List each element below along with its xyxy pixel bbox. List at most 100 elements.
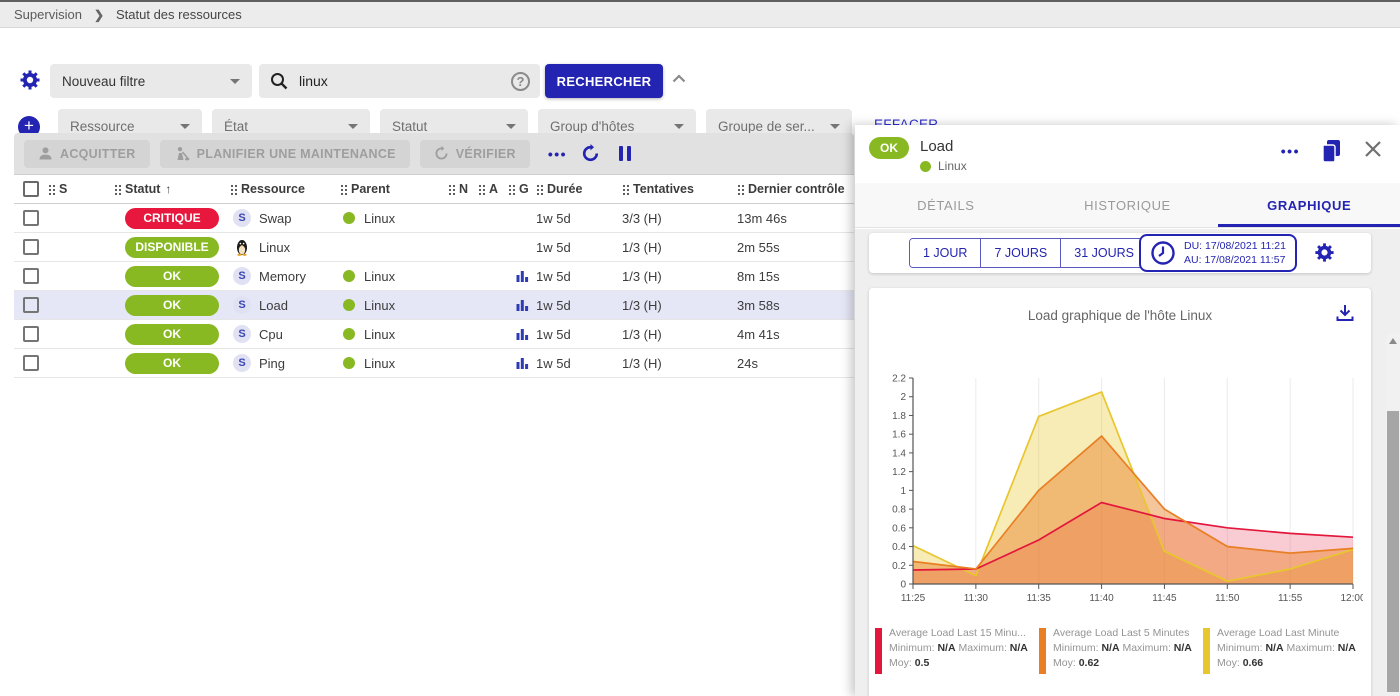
tries-cell: 1/3 (H) <box>622 327 737 342</box>
duration-cell: 1w 5d <box>536 356 622 371</box>
table-body: CRITIQUESSwapLinux1w 5d3/3 (H)13m 46sDIS… <box>14 204 854 378</box>
filter-settings-gear-icon[interactable] <box>18 68 42 92</box>
resource-cell: SSwap <box>230 209 340 227</box>
col-header-g[interactable]: G <box>508 182 536 196</box>
status-badge: OK <box>125 353 219 374</box>
row-checkbox[interactable] <box>23 268 39 284</box>
select-all-checkbox[interactable] <box>23 181 39 197</box>
col-header-a[interactable]: A <box>478 182 508 196</box>
col-header-n[interactable]: N <box>448 182 478 196</box>
row-checkbox[interactable] <box>23 210 39 226</box>
breadcrumb-statut-des-ressources[interactable]: Statut des ressources <box>116 7 242 22</box>
close-panel-icon[interactable] <box>1364 140 1382 158</box>
download-graph-icon[interactable] <box>1335 303 1355 323</box>
duration-cell: 1w 5d <box>536 298 622 313</box>
col-header-dernier-controle[interactable]: Dernier contrôle <box>737 182 854 196</box>
chevron-down-icon <box>674 124 684 129</box>
parent-cell: Linux <box>340 269 448 284</box>
parent-status-dot <box>343 270 355 282</box>
parent-cell: Linux <box>340 356 448 371</box>
maintenance-worker-icon <box>174 146 190 161</box>
legend-swatch-red <box>875 628 882 674</box>
duration-cell: 1w 5d <box>536 240 622 255</box>
svg-text:11:40: 11:40 <box>1089 593 1114 604</box>
col-header-ressource[interactable]: Ressource <box>230 182 340 196</box>
search-input[interactable] <box>299 73 511 89</box>
col-header-parent[interactable]: Parent <box>340 182 448 196</box>
duration-cell: 1w 5d <box>536 327 622 342</box>
table-row[interactable]: OKSPingLinux1w 5d1/3 (H)24s <box>14 349 854 378</box>
row-checkbox[interactable] <box>23 355 39 371</box>
parent-status-dot <box>343 357 355 369</box>
refresh-icon[interactable] <box>581 144 600 163</box>
service-icon: S <box>233 296 251 314</box>
row-checkbox[interactable] <box>23 239 39 255</box>
tab-details[interactable]: DÉTAILS <box>855 183 1037 227</box>
graph-available-icon[interactable] <box>516 357 529 370</box>
status-badge: OK <box>125 295 219 316</box>
row-checkbox[interactable] <box>23 297 39 313</box>
copy-link-icon[interactable] <box>1320 139 1342 163</box>
graph-available-icon[interactable] <box>516 270 529 283</box>
search-box[interactable]: ? <box>259 64 540 98</box>
scrollbar-thumb[interactable] <box>1387 411 1399 692</box>
table-row[interactable]: OKSMemoryLinux1w 5d1/3 (H)8m 15s <box>14 262 854 291</box>
graph-available-icon[interactable] <box>516 328 529 341</box>
svg-text:0: 0 <box>900 580 906 591</box>
saved-filter-select[interactable]: Nouveau filtre <box>50 64 252 98</box>
duration-cell: 1w 5d <box>536 269 622 284</box>
search-help-icon[interactable]: ? <box>511 72 530 91</box>
last-check-cell: 24s <box>737 356 854 371</box>
parent-cell: Linux <box>340 298 448 313</box>
graph-settings-gear-icon[interactable] <box>1313 241 1336 264</box>
col-header-statut[interactable]: Statut↑ <box>114 182 230 196</box>
clock-icon <box>1150 240 1176 266</box>
resources-table: ACQUITTER PLANIFIER UNE MAINTENANCE VÉRI… <box>14 133 854 378</box>
acknowledge-button[interactable]: ACQUITTER <box>24 140 150 168</box>
set-maintenance-button[interactable]: PLANIFIER UNE MAINTENANCE <box>160 140 410 168</box>
parent-cell: Linux <box>340 211 448 226</box>
tab-historique[interactable]: HISTORIQUE <box>1037 183 1219 227</box>
svg-text:1.6: 1.6 <box>892 430 906 441</box>
range-31-jours-button[interactable]: 31 JOURS <box>1061 239 1147 267</box>
resource-cell: SLoad <box>230 296 340 314</box>
parent-status-dot <box>343 328 355 340</box>
tab-graphique[interactable]: GRAPHIQUE <box>1218 183 1400 227</box>
col-header-s[interactable]: S <box>48 182 114 196</box>
legend-item-load5: Average Load Last 5 Minutes Minimum: N/A… <box>1039 626 1201 674</box>
svg-text:11:50: 11:50 <box>1215 593 1240 604</box>
range-7-jours-button[interactable]: 7 JOURS <box>981 239 1061 267</box>
table-row[interactable]: CRITIQUESSwapLinux1w 5d3/3 (H)13m 46s <box>14 204 854 233</box>
graph-title: Load graphique de l'hôte Linux <box>869 308 1371 323</box>
table-row[interactable]: DISPONIBLELinux1w 5d1/3 (H)2m 55s <box>14 233 854 262</box>
more-actions-icon[interactable]: ••• <box>548 146 567 162</box>
chevron-down-icon <box>348 124 358 129</box>
legend-item-load1: Average Load Last Minute Minimum: N/A Ma… <box>1203 626 1365 674</box>
custom-period-picker[interactable]: DU: 17/08/2021 11:21 AU: 17/08/2021 11:5… <box>1139 234 1297 272</box>
graph-card: Load graphique de l'hôte Linux 00.20.40.… <box>869 288 1371 696</box>
resource-cell: SPing <box>230 354 340 372</box>
linux-penguin-icon <box>233 238 251 256</box>
tries-cell: 1/3 (H) <box>622 298 737 313</box>
table-row[interactable]: OKSCpuLinux1w 5d1/3 (H)4m 41s <box>14 320 854 349</box>
graph-available-icon[interactable] <box>516 299 529 312</box>
scroll-up-arrow-icon[interactable] <box>1389 338 1397 344</box>
row-checkbox[interactable] <box>23 326 39 342</box>
search-button[interactable]: RECHERCHER <box>545 64 663 98</box>
col-header-tentatives[interactable]: Tentatives <box>622 182 737 196</box>
breadcrumb-supervision[interactable]: Supervision <box>14 7 82 22</box>
legend-swatch-orange <box>1039 628 1046 674</box>
table-row[interactable]: OKSLoadLinux1w 5d1/3 (H)3m 58s <box>14 291 854 320</box>
range-1-jour-button[interactable]: 1 JOUR <box>910 239 981 267</box>
legend-swatch-yellow <box>1203 628 1210 674</box>
sort-asc-icon: ↑ <box>165 182 171 196</box>
col-header-duree[interactable]: Durée <box>536 182 622 196</box>
panel-more-icon[interactable]: ••• <box>1281 143 1300 159</box>
svg-text:0.6: 0.6 <box>892 523 906 534</box>
check-button[interactable]: VÉRIFIER <box>420 140 530 168</box>
panel-tabs: DÉTAILS HISTORIQUE GRAPHIQUE <box>855 183 1400 228</box>
last-check-cell: 13m 46s <box>737 211 854 226</box>
pause-icon[interactable] <box>618 145 632 162</box>
sync-icon <box>434 146 449 161</box>
collapse-filters-icon[interactable] <box>672 74 686 83</box>
